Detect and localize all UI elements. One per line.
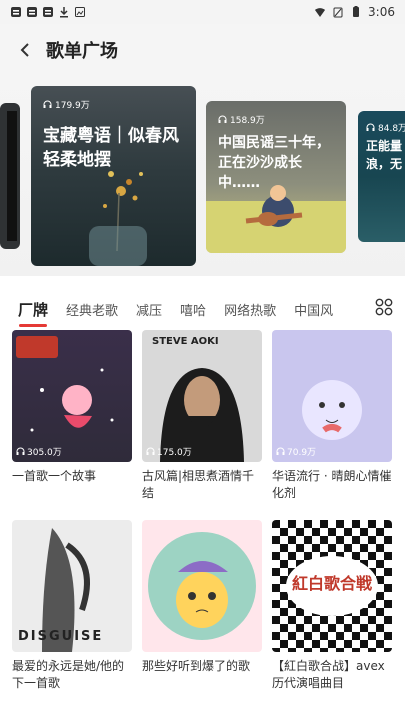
page-header: 歌单广场 <box>0 24 405 76</box>
status-left <box>10 6 86 18</box>
clock: 3:06 <box>368 5 395 19</box>
playlist-cover[interactable]: STEVE AOKI 175.0万 <box>142 330 262 462</box>
headphones-icon <box>43 100 52 108</box>
cover-title: DISGUISE <box>18 629 104 644</box>
banner-1-play-count: 179.9万 <box>43 98 90 111</box>
playlist-caption: 古风篇|相思煮酒情千结 <box>142 469 255 500</box>
playlist-card[interactable]: 70.9万 华语流行 · 晴朗心情催化剂 <box>272 330 392 502</box>
banner-3-play-count: 84.8万 <box>366 121 405 134</box>
headphones-icon <box>146 447 155 455</box>
back-button[interactable] <box>8 32 44 68</box>
cat-illustration <box>302 380 362 440</box>
banner-2-title: 中国民谣三十年，正在沙沙成长中…… <box>218 135 330 191</box>
portrait-illustration <box>160 368 244 462</box>
notification-icon <box>10 6 22 18</box>
flower-illustration <box>89 171 147 266</box>
play-count: 305.0万 <box>16 445 62 458</box>
status-right: 3:06 <box>314 5 395 19</box>
banner-card-2[interactable]: 158.9万 中国民谣三十年，正在沙沙成长中…… <box>206 101 346 253</box>
headphones-icon <box>366 123 375 131</box>
playlist-card[interactable]: DISGUISE 最爱的永远是她/他的下一首歌 <box>12 520 132 692</box>
headphones-icon <box>218 115 227 123</box>
playlist-caption: 最爱的永远是她/他的下一首歌 <box>12 659 125 690</box>
banner-2-play-count: 158.9万 <box>218 113 265 126</box>
banner-card-1[interactable]: 179.9万 宝藏粤语｜似春风轻柔地摆 <box>31 86 196 266</box>
tab-list: 厂牌 经典老歌 减压 嘻哈 网络热歌 中国风 <box>18 299 351 327</box>
tab-label[interactable]: 厂牌 <box>18 299 48 327</box>
notification-icon <box>26 6 38 18</box>
playlist-cover[interactable]: 305.0万 <box>12 330 132 462</box>
play-count: 70.9万 <box>276 445 316 458</box>
cover-art <box>16 336 114 432</box>
playlist-cover[interactable] <box>142 520 262 652</box>
playlist-caption: 那些好听到爆了的歌 <box>142 659 251 673</box>
category-tabs: 厂牌 经典老歌 减压 嘻哈 网络热歌 中国风 <box>0 288 405 330</box>
playlist-card[interactable]: 那些好听到爆了的歌 <box>142 520 262 692</box>
tab-network[interactable]: 网络热歌 <box>224 300 276 319</box>
playlist-card[interactable]: 紅白歌合戦 【紅白歌合战】avex 历代演唱曲目 <box>272 520 392 692</box>
banner-3-title: 正能量浪，无 <box>366 139 403 171</box>
tab-relax[interactable]: 减压 <box>136 300 162 319</box>
play-count: 175.0万 <box>146 445 192 458</box>
headphones-icon <box>16 447 25 455</box>
page-title: 歌单广场 <box>46 41 118 62</box>
status-bar: 3:06 <box>0 0 405 24</box>
playlist-card[interactable]: STEVE AOKI 175.0万 古风篇|相思煮酒情千结 <box>142 330 262 502</box>
image-icon <box>74 6 86 18</box>
playlist-caption: 一首歌一个故事 <box>12 469 97 483</box>
tab-more-button[interactable] <box>375 298 393 316</box>
banner-card-3[interactable]: 84.8万 正能量浪，无 <box>358 111 405 242</box>
playlist-caption: 【紅白歌合战】avex 历代演唱曲目 <box>272 659 385 690</box>
playlist-cover[interactable]: 70.9万 <box>272 330 392 462</box>
playlist-cover[interactable]: 紅白歌合戦 <box>272 520 392 652</box>
battery-icon <box>350 6 362 18</box>
cover-title: 紅白歌合戦 <box>291 574 372 593</box>
playlist-card[interactable]: 305.0万 一首歌一个故事 <box>12 330 132 502</box>
notification-icon <box>42 6 54 18</box>
signal-icon <box>332 6 344 18</box>
wifi-icon <box>314 6 326 18</box>
grid-icon <box>375 298 393 316</box>
tab-chinese-style[interactable]: 中国风 <box>294 300 333 319</box>
cartoon-illustration <box>148 532 256 640</box>
banner-carousel[interactable]: 179.9万 宝藏粤语｜似春风轻柔地摆 158.9万 中国民谣三十年，正在沙沙成… <box>0 76 405 276</box>
tab-hiphop[interactable]: 嘻哈 <box>180 300 206 319</box>
playlist-cover[interactable]: DISGUISE <box>12 520 132 652</box>
playlist-caption: 华语流行 · 晴朗心情催化剂 <box>272 469 392 500</box>
banner-1-title: 宝藏粤语｜似春风轻柔地摆 <box>43 126 179 170</box>
tab-classic[interactable]: 经典老歌 <box>66 300 118 319</box>
download-icon <box>58 6 70 18</box>
banner-card-prev[interactable] <box>0 103 20 249</box>
chevron-left-icon <box>20 43 29 57</box>
headphones-icon <box>276 447 285 455</box>
